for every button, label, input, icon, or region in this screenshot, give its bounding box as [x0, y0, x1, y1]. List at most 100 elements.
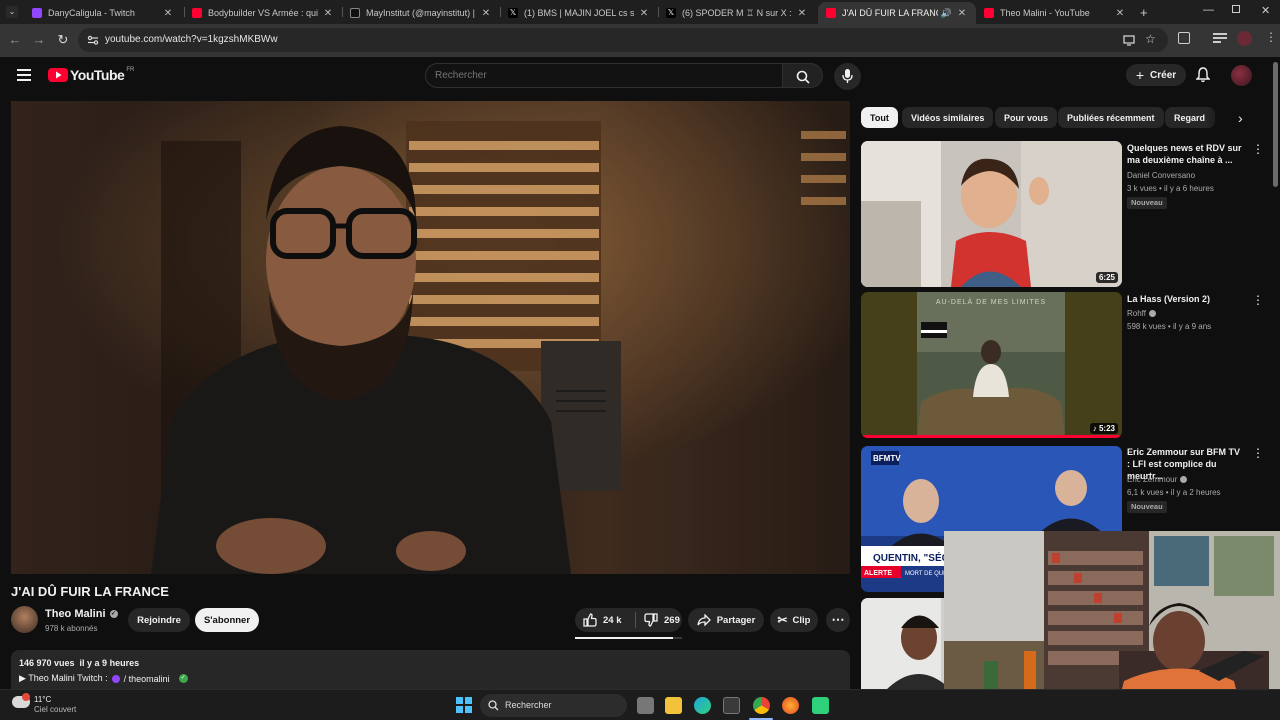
clip-button[interactable]: ✂ Clip	[770, 608, 818, 632]
windows-start-icon[interactable]	[456, 697, 472, 713]
youtube-logo[interactable]: YouTube FR	[48, 67, 134, 83]
new-tab-button[interactable]: +	[1140, 5, 1148, 20]
recommendation-channel[interactable]: Daniel Conversano	[1127, 171, 1195, 180]
taskbar-search[interactable]: Rechercher	[480, 694, 627, 717]
subscriber-count: 978 k abonnés	[45, 624, 98, 633]
taskbar-search-label: Rechercher	[505, 700, 552, 710]
app-icon[interactable]	[812, 697, 829, 714]
twitch-icon	[111, 674, 120, 683]
reading-list-icon[interactable]	[1213, 32, 1227, 44]
more-options-icon[interactable]: ⋮	[1252, 143, 1264, 155]
more-icon: ⋯	[831, 612, 845, 627]
video-title: J'AI DÛ FUIR LA FRANCE	[11, 584, 169, 599]
browser-tab-active[interactable]: J'AI DÛ FUIR LA FRANCE - Y 🔊 ✕	[818, 2, 976, 24]
alert-label: ALERTE	[864, 570, 892, 577]
chip-all[interactable]: Tout	[861, 107, 898, 128]
browser-menu-icon[interactable]: ⋮	[1265, 30, 1277, 44]
address-bar[interactable]: youtube.com/watch?v=1kgzshMKBWw ☆	[78, 28, 1168, 52]
create-button[interactable]: + Créer	[1126, 64, 1186, 86]
account-avatar[interactable]	[1231, 65, 1252, 86]
like-button[interactable]: 24 k	[575, 613, 635, 627]
close-icon[interactable]: ✕	[162, 8, 174, 19]
close-icon[interactable]: ✕	[638, 8, 650, 19]
profile-avatar[interactable]	[1237, 31, 1252, 46]
browser-tab-1[interactable]: DanyCaligula - Twitch ✕	[24, 2, 182, 24]
browser-tab-4[interactable]: 𝕏 (1) BMS | MAJIN JOEL cs sur X ✕	[500, 2, 658, 24]
recommendation-title[interactable]: Quelques news et RDV sur ma deuxième cha…	[1127, 142, 1245, 166]
description-box[interactable]: 146 970 vues il y a 9 heures ▶ Theo Mali…	[11, 650, 850, 689]
new-badge: Nouveau	[1127, 197, 1167, 209]
chip-for-you[interactable]: Pour vous	[995, 107, 1058, 128]
more-actions-button[interactable]: ⋯	[826, 608, 850, 632]
temperature: 11°C	[34, 695, 52, 704]
dislike-button[interactable]: 269	[636, 613, 680, 627]
search-input[interactable]	[435, 68, 765, 83]
install-app-icon[interactable]	[1123, 34, 1135, 46]
firefox-icon[interactable]	[782, 697, 799, 714]
more-options-icon[interactable]: ⋮	[1252, 294, 1264, 306]
store-icon[interactable]	[723, 697, 740, 714]
minimize-button[interactable]: —	[1203, 4, 1214, 16]
file-explorer-icon[interactable]	[665, 697, 682, 714]
recommendation-channel-row[interactable]: Éric Zemmour	[1127, 475, 1188, 484]
share-button[interactable]: Partager	[688, 608, 764, 632]
thumbnail-image: AU-DELÀ DE MES LIMITES	[861, 292, 1122, 438]
site-settings-icon[interactable]	[87, 34, 99, 46]
browser-tab-3[interactable]: MayInstitut (@mayinstitut) | Tik ✕	[342, 2, 500, 24]
browser-tab-2[interactable]: Bodybuilder VS Armée : qui ser ✕	[184, 2, 342, 24]
extensions-icon[interactable]	[1178, 32, 1190, 44]
speaker-icon[interactable]: 🔊	[941, 8, 952, 19]
search-button[interactable]	[783, 63, 823, 88]
maximize-button[interactable]	[1232, 5, 1240, 13]
recommendation-thumbnail[interactable]: 6:25	[861, 141, 1122, 287]
video-player[interactable]	[11, 101, 850, 574]
recommendation-title[interactable]: La Hass (Version 2)	[1127, 293, 1245, 305]
recommendation-channel-row[interactable]: Rohff	[1127, 309, 1156, 318]
close-icon[interactable]: ✕	[796, 8, 808, 19]
tab-search-button[interactable]: ⌄	[6, 6, 18, 18]
description-link[interactable]: / theomalini	[124, 674, 170, 684]
close-icon[interactable]: ✕	[480, 8, 492, 19]
close-icon[interactable]: ✕	[322, 8, 334, 19]
channel-avatar[interactable]	[11, 606, 38, 633]
join-button[interactable]: Rejoindre	[128, 608, 190, 632]
close-window-button[interactable]: ✕	[1261, 4, 1270, 17]
reload-icon[interactable]: ↻	[55, 32, 71, 48]
browser-tab-5[interactable]: 𝕏 (6) SPODER M ♖ N sur X : "Ah ✕	[658, 2, 816, 24]
chrome-icon[interactable]	[753, 697, 770, 714]
like-ratio-bar	[575, 637, 682, 639]
verified-icon: ✓	[109, 610, 118, 618]
like-ratio-fill	[575, 637, 674, 639]
video-duration: ♪ 5:23	[1089, 423, 1118, 434]
page-scrollbar[interactable]	[1273, 62, 1278, 187]
chip-label: Vidéos similaires	[911, 112, 985, 123]
close-icon[interactable]: ✕	[956, 8, 968, 19]
close-icon[interactable]: ✕	[1114, 8, 1126, 19]
search-bar[interactable]	[425, 63, 783, 88]
channel-name-row[interactable]: Theo Malini ✓	[45, 608, 118, 620]
back-arrow-icon[interactable]: ←	[7, 32, 23, 48]
search-icon	[488, 700, 499, 711]
voice-search-button[interactable]	[834, 63, 861, 90]
recommendation-meta: 3 k vues • il y a 6 heures	[1127, 184, 1214, 193]
recommendation-channel[interactable]: Éric Zemmour	[1127, 475, 1177, 484]
x-icon: 𝕏	[666, 8, 676, 18]
checkmark-icon: ✓	[178, 674, 188, 683]
chevron-right-icon[interactable]: ›	[1238, 110, 1243, 126]
forward-arrow-icon[interactable]: →	[31, 32, 47, 48]
chip-similar[interactable]: Vidéos similaires	[902, 107, 994, 128]
chip-label: Publiées récemment	[1067, 112, 1155, 123]
hamburger-menu-icon[interactable]	[17, 69, 31, 81]
bookmark-star-icon[interactable]: ☆	[1145, 32, 1156, 46]
browser-tab-7[interactable]: Theo Malini - YouTube ✕	[976, 2, 1134, 24]
recommendation-channel[interactable]: Rohff	[1127, 309, 1146, 318]
more-options-icon[interactable]: ⋮	[1252, 447, 1264, 459]
subscribe-button[interactable]: S'abonner	[195, 608, 259, 632]
task-view-icon[interactable]	[637, 697, 654, 714]
recommendation-thumbnail[interactable]: AU-DELÀ DE MES LIMITES ♪ 5:23	[861, 292, 1122, 438]
channel-name[interactable]: Theo Malini	[45, 608, 106, 620]
notifications-bell-icon[interactable]	[1196, 67, 1210, 83]
chip-recent[interactable]: Publiées récemment	[1058, 107, 1164, 128]
video-frame	[11, 101, 850, 574]
edge-icon[interactable]	[694, 697, 711, 714]
